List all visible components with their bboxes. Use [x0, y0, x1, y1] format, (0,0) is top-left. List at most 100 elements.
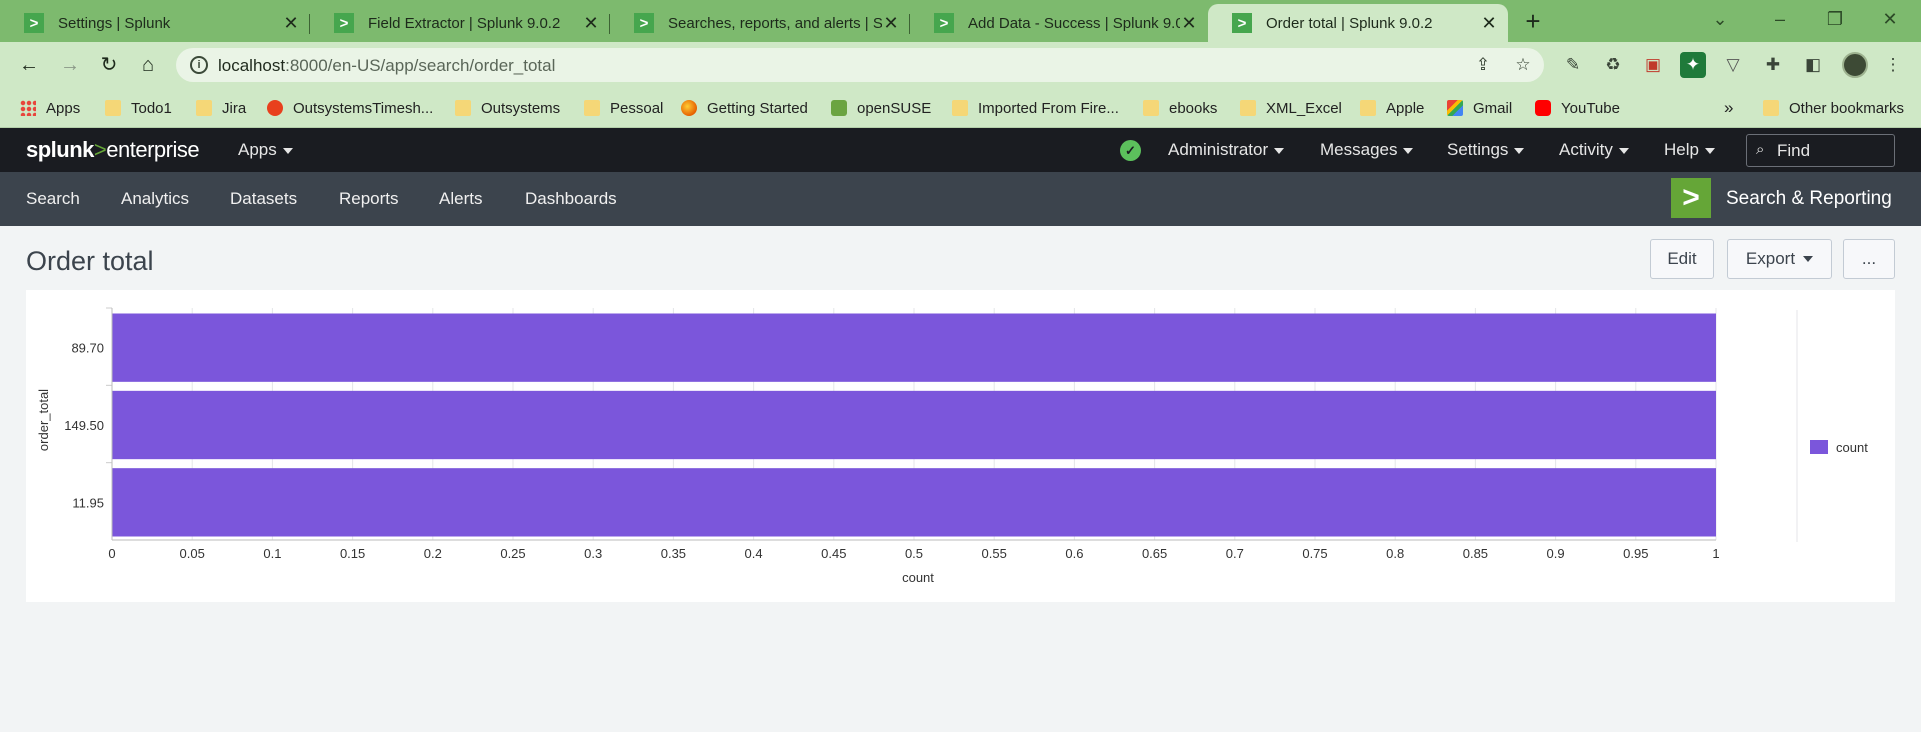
bar: [112, 468, 1716, 537]
back-arrow-icon[interactable]: ←: [14, 50, 44, 80]
app-name: Search & Reporting: [1726, 188, 1892, 209]
y-tick-label: 89.70: [71, 341, 104, 356]
youtube-icon: [1535, 100, 1551, 116]
x-tick-label: 0.75: [1302, 546, 1327, 561]
app-nav-alerts[interactable]: Alerts: [439, 189, 482, 209]
restore-icon[interactable]: ❐: [1820, 6, 1850, 32]
splunk-favicon-icon: >: [934, 13, 954, 33]
bookmark-label: Todo1: [131, 99, 172, 117]
address-url[interactable]: localhost:8000/en-US/app/search/order_to…: [218, 56, 555, 76]
more-actions-button[interactable]: ...: [1843, 239, 1895, 279]
app-nav-search[interactable]: Search: [26, 189, 80, 209]
administrator-menu[interactable]: Administrator: [1168, 140, 1285, 160]
green-extension-icon[interactable]: ✦: [1680, 52, 1706, 78]
legend-label: count: [1836, 440, 1868, 455]
bookmark-folder[interactable]: Outsystems: [455, 97, 560, 119]
x-tick-label: 0.85: [1463, 546, 1488, 561]
x-tick-label: 0.25: [500, 546, 525, 561]
y-axis-title: order_total: [36, 389, 51, 451]
browser-tab[interactable]: > Field Extractor | Splunk 9.0.2 ✕: [310, 4, 610, 42]
browser-menu-icon[interactable]: ⋮: [1880, 52, 1906, 78]
messages-menu[interactable]: Messages: [1320, 140, 1414, 160]
apps-grid-icon: [20, 100, 36, 116]
minimize-icon[interactable]: –: [1765, 6, 1795, 32]
x-tick-label: 1: [1712, 546, 1719, 561]
help-menu[interactable]: Help: [1664, 140, 1715, 160]
health-status-check-icon[interactable]: ✓: [1120, 140, 1141, 161]
bookmark-link[interactable]: Gmail: [1447, 97, 1512, 119]
app-nav-reports[interactable]: Reports: [339, 189, 399, 209]
tab-title: Add Data - Success | Splunk 9.0.2: [968, 14, 1180, 32]
new-tab-plus-icon[interactable]: +: [1520, 6, 1546, 36]
x-tick-label: 0.15: [340, 546, 365, 561]
app-nav-dashboards[interactable]: Dashboards: [525, 189, 617, 209]
address-bar[interactable]: i localhost:8000/en-US/app/search/order_…: [176, 48, 1544, 82]
tab-search-chevron-icon[interactable]: ⌄: [1705, 6, 1735, 32]
bookmarks-overflow-button[interactable]: »: [1724, 97, 1733, 119]
x-tick-label: 0.05: [180, 546, 205, 561]
find-box[interactable]: ⌕: [1746, 134, 1895, 167]
browser-tab[interactable]: > Searches, reports, and alerts | Spl ✕: [610, 4, 910, 42]
home-icon[interactable]: ⌂: [133, 50, 163, 80]
bar: [112, 390, 1716, 460]
tab-close-icon[interactable]: ✕: [282, 13, 300, 34]
eyedropper-extension-icon[interactable]: ✎: [1560, 52, 1586, 78]
search-icon: ⌕: [1756, 141, 1765, 158]
bookmark-folder[interactable]: XML_Excel: [1240, 97, 1342, 119]
app-nav-datasets[interactable]: Datasets: [230, 189, 297, 209]
folder-icon: [1763, 100, 1779, 116]
bookmark-folder[interactable]: Pessoal: [584, 97, 663, 119]
tab-title: Field Extractor | Splunk 9.0.2: [368, 14, 561, 32]
extensions-puzzle-icon[interactable]: ✚: [1760, 52, 1786, 78]
bookmark-folder[interactable]: Jira: [196, 97, 246, 119]
x-tick-label: 0.6: [1065, 546, 1083, 561]
reload-icon[interactable]: ↻: [94, 50, 124, 80]
window-close-icon[interactable]: ✕: [1875, 6, 1905, 32]
splunk-header: splunk>enterprise Apps ✓ Administrator M…: [0, 128, 1921, 172]
browser-tab-active[interactable]: > Order total | Splunk 9.0.2 ✕: [1208, 4, 1508, 42]
vue-extension-icon[interactable]: ▽: [1720, 52, 1746, 78]
tab-close-icon[interactable]: ✕: [582, 13, 600, 34]
find-input[interactable]: [1777, 140, 1887, 162]
caret-down-icon: [1274, 147, 1285, 154]
splunk-logo[interactable]: splunk>enterprise: [26, 137, 200, 163]
bookmark-folder[interactable]: Todo1: [105, 97, 172, 119]
bookmark-link[interactable]: OutsystemsTimesh...: [267, 97, 433, 119]
other-bookmarks[interactable]: Other bookmarks: [1763, 97, 1904, 119]
bookmark-label: Getting Started: [707, 99, 808, 117]
browser-tab[interactable]: > Add Data - Success | Splunk 9.0.2 ✕: [910, 4, 1208, 42]
tab-close-icon[interactable]: ✕: [1480, 13, 1498, 34]
y-tick-label: 11.95: [72, 495, 104, 510]
bookmark-link[interactable]: Getting Started: [681, 97, 808, 119]
bookmark-folder[interactable]: Apple: [1360, 97, 1424, 119]
edit-button[interactable]: Edit: [1650, 239, 1714, 279]
x-axis-title: count: [902, 570, 934, 585]
settings-menu[interactable]: Settings: [1447, 140, 1525, 160]
export-button[interactable]: Export: [1727, 239, 1832, 279]
x-tick-label: 0.1: [263, 546, 281, 561]
bookmark-star-icon[interactable]: ☆: [1512, 54, 1534, 76]
bookmark-folder[interactable]: Imported From Fire...: [952, 97, 1119, 119]
app-nav-analytics[interactable]: Analytics: [121, 189, 189, 209]
browser-tab[interactable]: > Settings | Splunk ✕: [0, 4, 310, 42]
recycle-extension-icon[interactable]: ♻: [1600, 52, 1626, 78]
tab-close-icon[interactable]: ✕: [1180, 13, 1198, 34]
pdf-extension-icon[interactable]: ▣: [1640, 52, 1666, 78]
browser-toolbar: ← → ↻ ⌂ i localhost:8000/en-US/app/searc…: [0, 42, 1921, 88]
caret-down-icon: [1403, 147, 1414, 154]
share-icon[interactable]: ⇪: [1472, 54, 1494, 76]
activity-menu[interactable]: Activity: [1559, 140, 1629, 160]
tab-title: Searches, reports, and alerts | Spl: [668, 14, 882, 32]
bookmark-label: ebooks: [1169, 99, 1218, 117]
bookmark-folder[interactable]: ebooks: [1143, 97, 1217, 119]
site-info-icon[interactable]: i: [190, 56, 208, 74]
apps-menu[interactable]: Apps: [238, 140, 293, 160]
tab-close-icon[interactable]: ✕: [882, 13, 900, 34]
profile-avatar[interactable]: [1842, 52, 1868, 78]
side-panel-icon[interactable]: ◧: [1800, 52, 1826, 78]
forward-arrow-icon[interactable]: →: [55, 50, 85, 80]
bookmark-link[interactable]: openSUSE: [831, 97, 931, 119]
bookmark-apps[interactable]: Apps: [20, 97, 80, 119]
bookmark-link[interactable]: YouTube: [1535, 97, 1620, 119]
folder-icon: [952, 100, 968, 116]
